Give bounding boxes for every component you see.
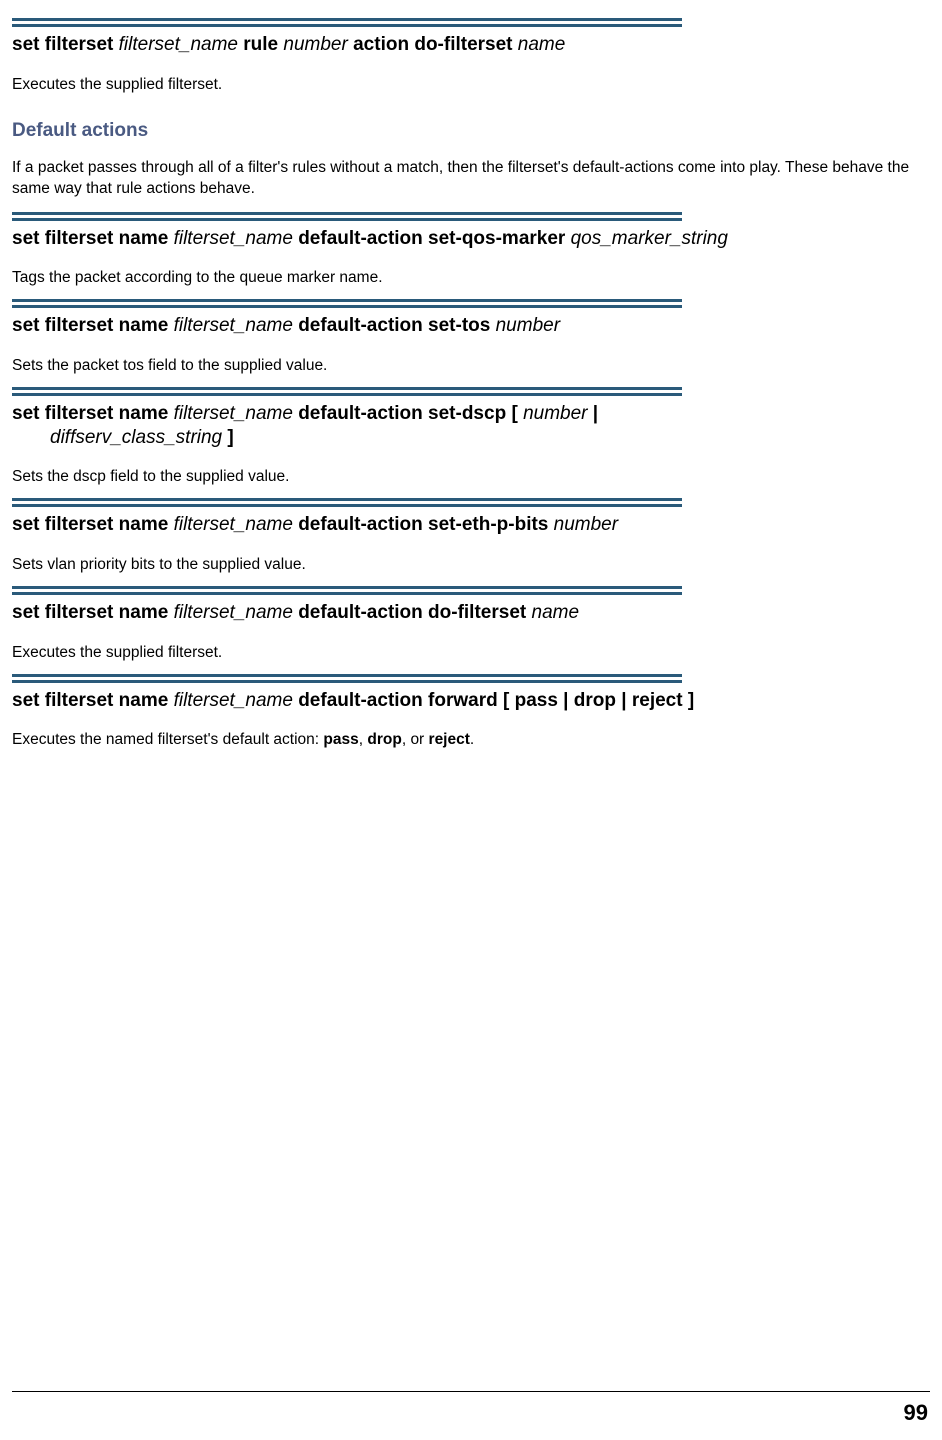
divider [12, 586, 682, 595]
command-description: Sets vlan priority bits to the supplied … [12, 555, 930, 576]
divider [12, 212, 682, 221]
footer-rule [12, 1391, 930, 1392]
command-syntax: set filterset filterset_name rule number… [12, 33, 930, 57]
command-syntax: set filterset name filterset_name defaul… [12, 513, 930, 537]
command-syntax: set filterset name filterset_name defaul… [12, 402, 930, 450]
divider [12, 299, 682, 308]
divider [12, 18, 682, 27]
default-commands-list: set filterset name filterset_name defaul… [12, 212, 930, 752]
command-syntax: set filterset name filterset_name defaul… [12, 227, 930, 251]
divider [12, 498, 682, 507]
command-syntax: set filterset name filterset_name defaul… [12, 601, 930, 625]
section-heading: Default actions [12, 120, 930, 142]
command-syntax: set filterset name filterset_name defaul… [12, 314, 930, 338]
command-description: Executes the supplied filterset. [12, 75, 930, 96]
doc-content: set filterset filterset_name rule number… [12, 18, 930, 751]
page-number: 99 [904, 1400, 928, 1426]
command-description: Sets the packet tos field to the supplie… [12, 356, 930, 377]
command-description: Executes the supplied filterset. [12, 643, 930, 664]
command-description: Executes the named filterset's default a… [12, 730, 930, 751]
section-intro: If a packet passes through all of a filt… [12, 158, 930, 200]
divider [12, 674, 682, 683]
divider [12, 387, 682, 396]
command-syntax: set filterset name filterset_name defaul… [12, 689, 930, 713]
command-description: Sets the dscp field to the supplied valu… [12, 467, 930, 488]
command-description: Tags the packet according to the queue m… [12, 268, 930, 289]
